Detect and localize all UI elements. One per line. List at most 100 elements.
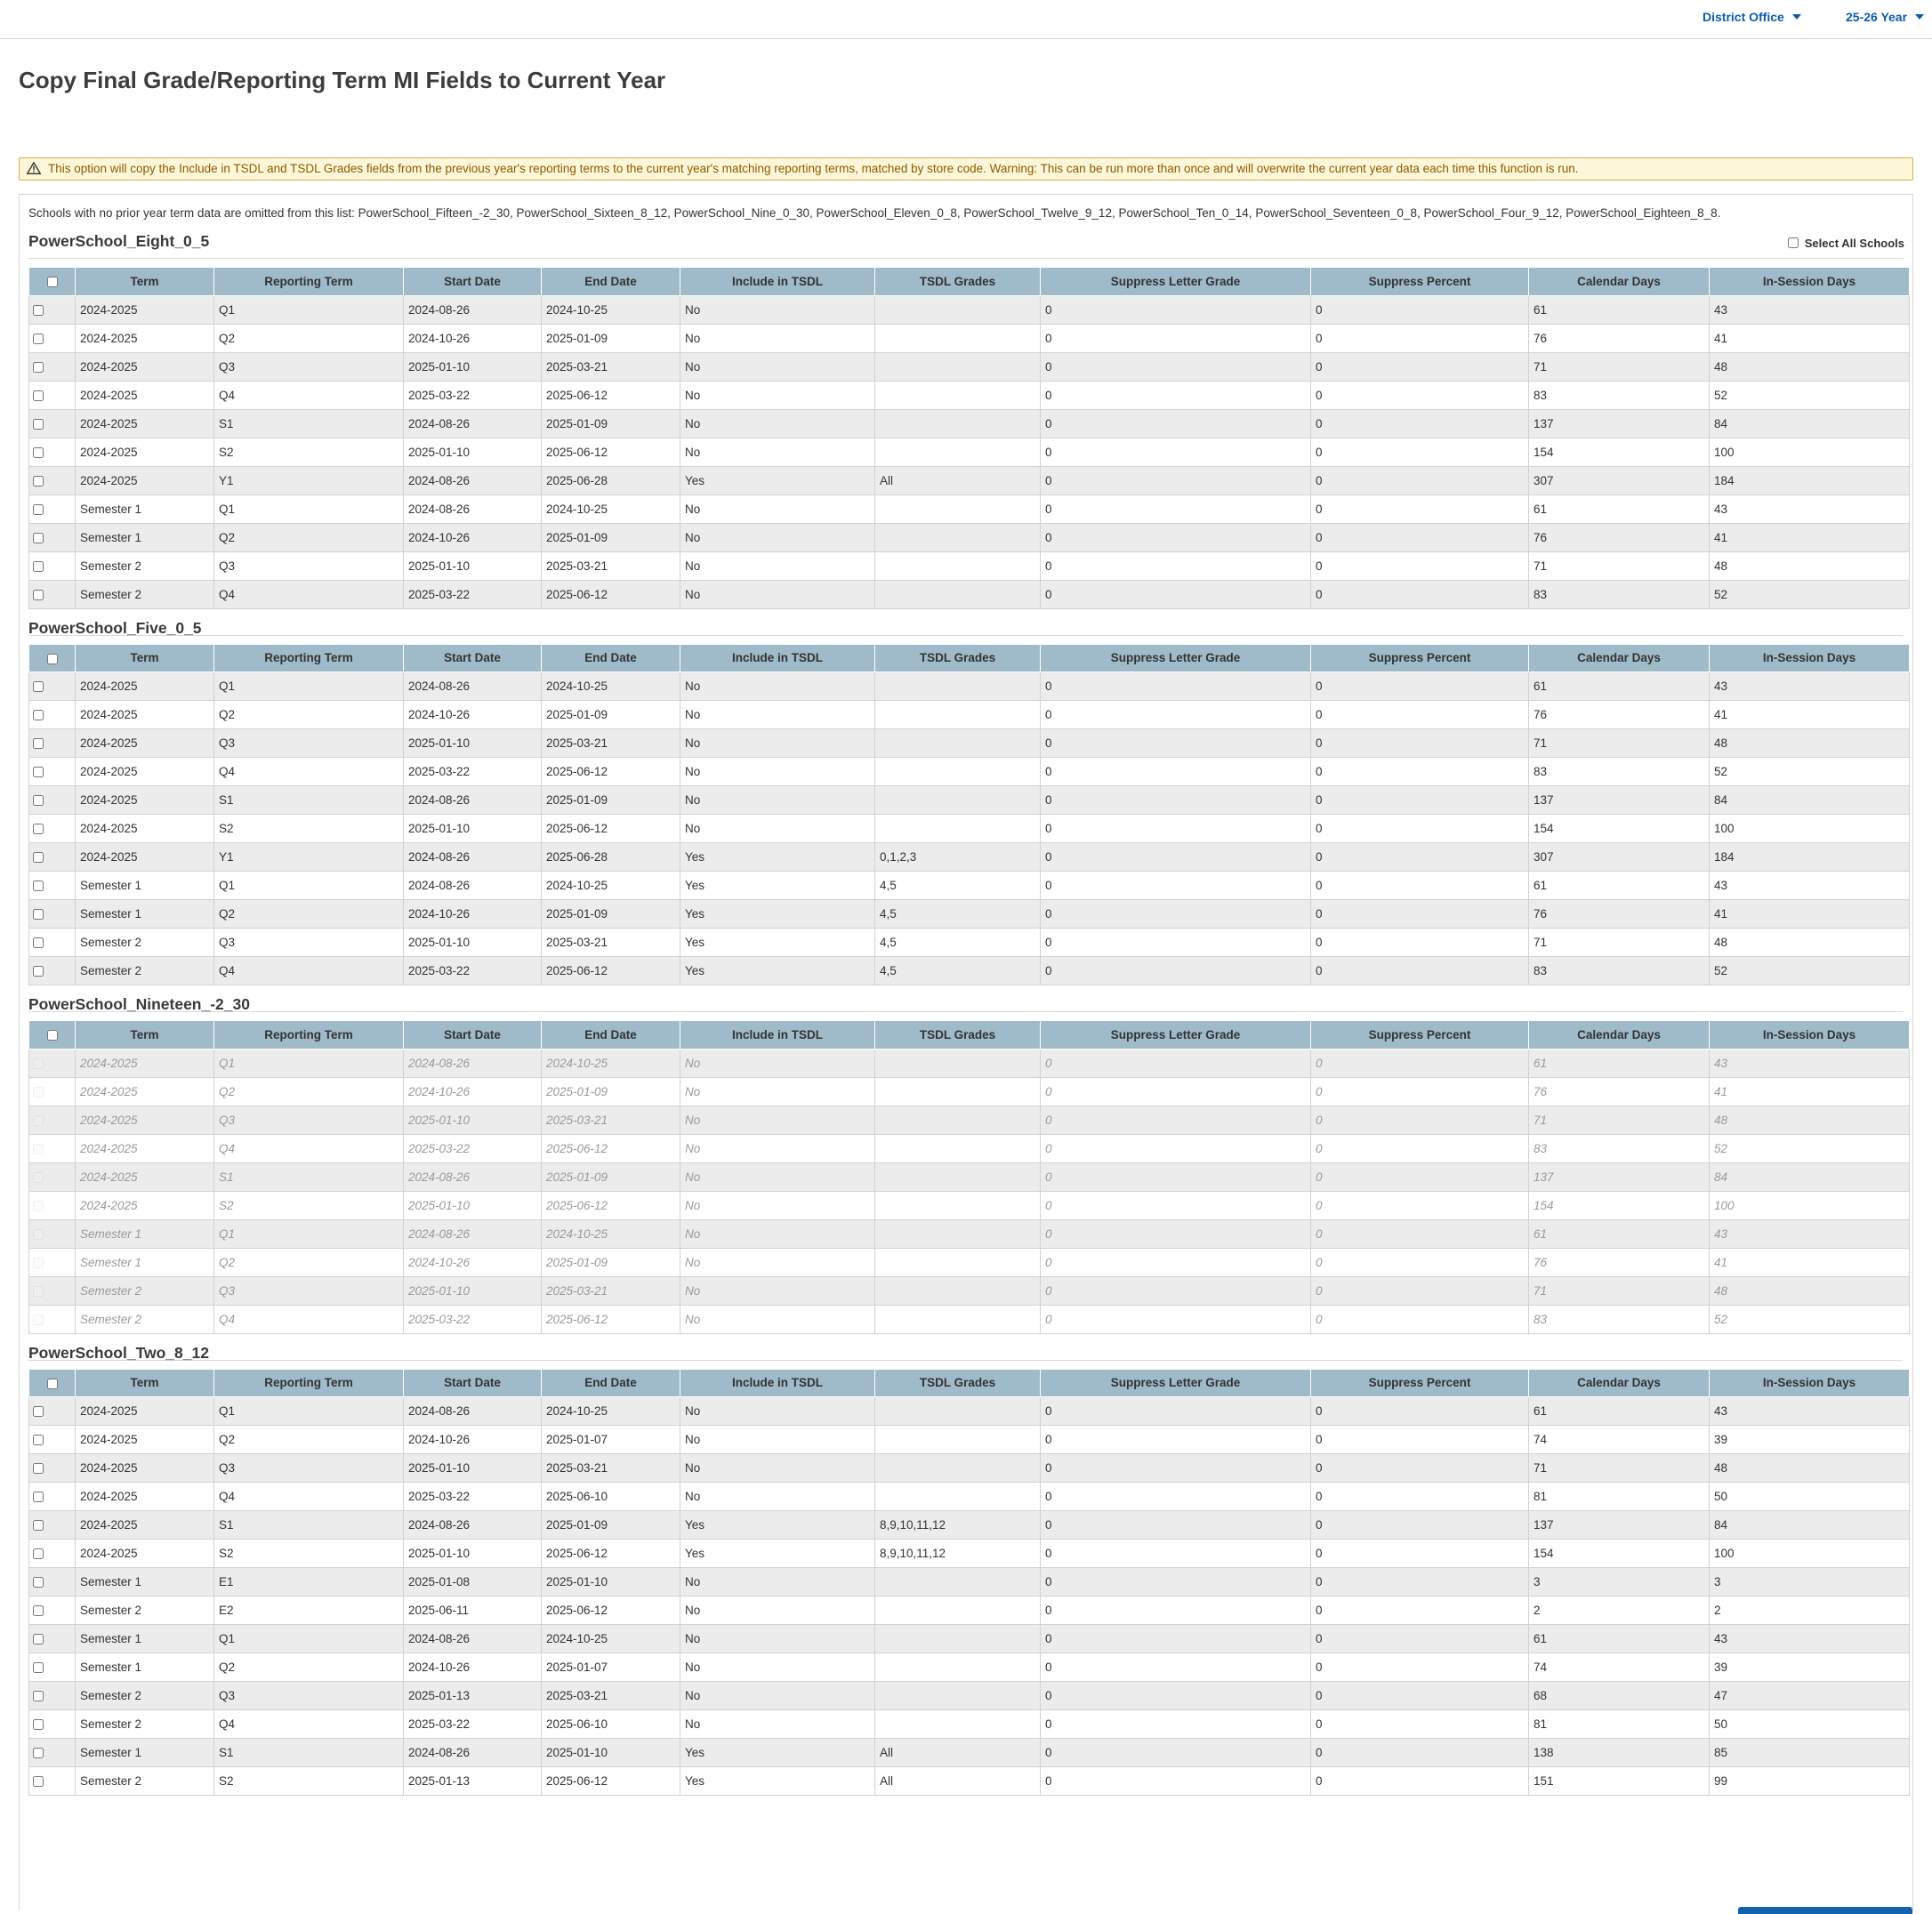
school-section: PowerSchool_Two_8_12 Term Reporting Term St… (28, 1334, 1910, 1796)
table-cell (874, 1709, 1041, 1739)
row-checkbox[interactable] (33, 304, 44, 316)
row-checkbox[interactable] (33, 1748, 44, 1759)
table-cell (874, 437, 1041, 467)
column-header: Include in TSDL (680, 1369, 875, 1397)
row-checkbox[interactable] (33, 1435, 44, 1446)
row-checkbox[interactable] (33, 795, 44, 807)
row-checkbox[interactable] (33, 1634, 44, 1645)
row-checkbox[interactable] (33, 909, 44, 921)
table-cell (874, 700, 1041, 729)
submit-button[interactable] (1738, 1907, 1912, 1914)
row-checkbox[interactable] (33, 767, 44, 778)
table-cell: 2025-01-09 (541, 700, 680, 729)
table-cell: 85 (1709, 1738, 1910, 1767)
table-cell: 2024-2025 (75, 757, 214, 786)
table-cell: Semester 2 (75, 928, 214, 957)
row-select-cell (28, 437, 76, 467)
table-cell (874, 323, 1041, 353)
table-cell: 2024-08-26 (403, 1162, 542, 1192)
row-checkbox[interactable] (33, 418, 44, 430)
row-select-cell (28, 380, 76, 410)
row-checkbox[interactable] (33, 1463, 44, 1475)
select-all-rows-checkbox[interactable] (46, 277, 58, 288)
row-checkbox[interactable] (33, 1719, 44, 1731)
table-cell: 2025-03-21 (541, 1275, 680, 1306)
school-list: PowerSchool_Eight_0_5 Term Reporting Term S… (28, 223, 1910, 1796)
row-select-cell (28, 522, 76, 552)
row-checkbox[interactable] (33, 560, 44, 572)
row-checkbox[interactable] (33, 1548, 44, 1560)
table-cell: 48 (1709, 728, 1910, 758)
table-cell: No (680, 323, 875, 353)
table-cell: 47 (1709, 1681, 1910, 1710)
row-checkbox[interactable] (33, 881, 44, 892)
select-all-rows-checkbox[interactable] (46, 1378, 58, 1389)
row-checkbox[interactable] (33, 361, 44, 373)
year-selector[interactable]: 25-26 Year (1846, 10, 1925, 24)
table-cell: 61 (1528, 871, 1710, 900)
table-cell: 2024-2025 (75, 1453, 214, 1483)
table-cell: Yes (680, 1539, 875, 1568)
row-select-cell (28, 1738, 76, 1767)
row-checkbox[interactable] (33, 475, 44, 487)
table-cell: 43 (1709, 1396, 1910, 1426)
row-checkbox[interactable] (33, 1605, 44, 1617)
row-checkbox[interactable] (33, 333, 44, 344)
table-cell: Yes (680, 899, 875, 929)
table-cell: 83 (1528, 1133, 1710, 1163)
table-cell: 41 (1709, 522, 1910, 552)
select-all-schools-checkbox[interactable] (1787, 237, 1799, 248)
table-cell: 0 (1310, 871, 1529, 900)
row-checkbox[interactable] (33, 681, 44, 693)
table-cell: 2024-10-26 (403, 323, 542, 353)
table-cell: No (680, 380, 875, 410)
table-cell: 138 (1528, 1738, 1710, 1767)
row-checkbox[interactable] (33, 937, 44, 949)
column-header: Term (75, 1369, 214, 1397)
table-cell: 2025-01-09 (541, 899, 680, 929)
column-header: Include in TSDL (680, 268, 875, 296)
select-all-schools[interactable]: Select All Schools (1787, 237, 1904, 250)
table-cell (874, 1162, 1041, 1192)
select-all-rows-checkbox[interactable] (46, 1030, 58, 1041)
table-cell: 2024-2025 (75, 294, 214, 325)
row-checkbox[interactable] (33, 1691, 44, 1702)
table-row: Semester 1 S1 2024-08-26 2025-01-10 Yes All 0 0… (28, 1738, 1910, 1767)
row-checkbox[interactable] (33, 390, 44, 401)
table-cell: S1 (213, 408, 404, 438)
table-cell: Yes (680, 465, 875, 495)
table-cell: 39 (1709, 1425, 1910, 1454)
table-cell: 84 (1709, 408, 1910, 438)
row-checkbox[interactable] (33, 966, 44, 977)
table-cell: Q3 (213, 1681, 404, 1710)
row-checkbox[interactable] (33, 532, 44, 543)
table-cell: 0 (1310, 757, 1529, 786)
row-checkbox[interactable] (33, 738, 44, 750)
table-cell: E2 (213, 1596, 404, 1625)
row-checkbox[interactable] (33, 1520, 44, 1532)
row-checkbox[interactable] (33, 1776, 44, 1788)
row-checkbox[interactable] (33, 589, 44, 600)
row-checkbox[interactable] (33, 1662, 44, 1674)
table-cell: 3 (1709, 1567, 1910, 1596)
table-cell: 43 (1709, 672, 1910, 701)
row-checkbox[interactable] (33, 824, 44, 835)
table-row: 2024-2025 S2 2025-01-10 2025-06-12 No 0 0 154 10… (28, 814, 1910, 843)
table-cell: 2024-2025 (75, 1510, 214, 1540)
table-cell: 2024-08-26 (403, 1048, 542, 1078)
row-checkbox[interactable] (33, 1492, 44, 1503)
select-all-rows-checkbox[interactable] (46, 653, 58, 664)
row-checkbox[interactable] (33, 1577, 44, 1588)
table-cell: No (680, 494, 875, 524)
row-checkbox[interactable] (33, 852, 44, 864)
row-checkbox[interactable] (33, 710, 44, 721)
table-row: Semester 2 Q4 2025-03-22 2025-06-12 No 0 0 83 52 (28, 579, 1910, 609)
district-selector[interactable]: District Office (1703, 10, 1801, 24)
row-checkbox[interactable] (33, 1406, 44, 1418)
table-cell (874, 1653, 1041, 1682)
row-checkbox[interactable] (33, 503, 44, 515)
row-select-cell (28, 1567, 76, 1596)
table-cell: 8,9,10,11,12 (874, 1539, 1041, 1568)
row-checkbox[interactable] (33, 446, 44, 458)
table-cell (874, 1105, 1041, 1135)
